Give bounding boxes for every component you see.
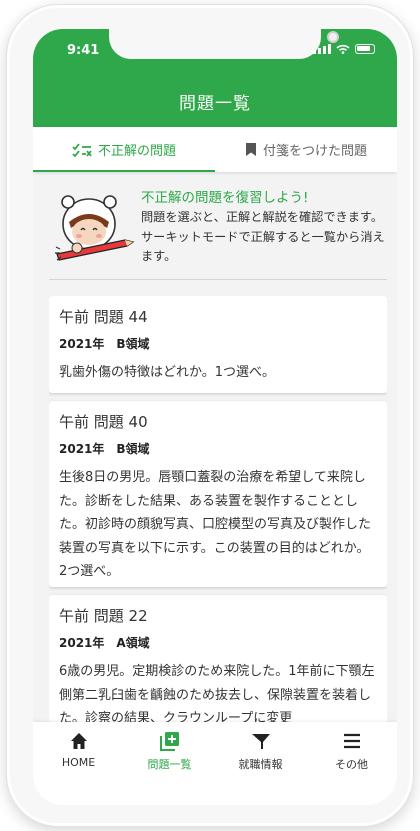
nav-home-label: HOME [61, 756, 96, 769]
bottom-nav: HOME 問題一覧 就職情報 その他 [33, 722, 397, 805]
question-title: 午前 問題 22 [59, 607, 148, 625]
nav-more-label: その他 [335, 758, 368, 771]
question-list[interactable]: 午前 問題 44 2021年 B領域 乳歯外傷の特徴はどれか。1つ選べ。 午前 … [49, 296, 387, 722]
intro-title: 不正解の問題を復習しよう! [141, 190, 309, 206]
nav-home[interactable]: HOME [33, 722, 124, 805]
checklist-icon [72, 142, 92, 157]
camera-icon [327, 31, 339, 43]
menu-icon [343, 733, 360, 749]
tab-bookmarked-label: 付箋をつけた問題 [262, 144, 367, 159]
tab-bookmarked[interactable]: 付箋をつけた問題 [215, 127, 397, 172]
nav-question-list-label: 問題一覧 [147, 758, 192, 771]
question-text: 生後8日の男児。唇顎口蓋裂の治療を希望して来院した。診断をした結果、ある装置を製… [59, 470, 372, 579]
question-meta: 2021年 B領域 [59, 442, 150, 456]
tab-incorrect[interactable]: 不正解の問題 [33, 127, 215, 172]
nav-more[interactable]: その他 [306, 722, 397, 805]
page-title: 問題一覧 [179, 94, 251, 114]
add-list-icon [159, 732, 179, 751]
intro-body: 問題を選ぶと、正解と解説を確認できます。サーキットモードで正解すると一覧から消え… [141, 210, 385, 263]
question-card[interactable]: 午前 問題 40 2021年 B領域 生後8日の男児。唇顎口蓋裂の治療を希望して… [49, 401, 387, 587]
home-icon [70, 733, 87, 749]
status-icons [313, 44, 375, 54]
phone-frame: 9:41 問題一覧 不正解の問題 付箋をつけた問題 不正解の問題を復習しよう! … [6, 4, 414, 827]
app-screen: 9:41 問題一覧 不正解の問題 付箋をつけた問題 不正解の問題を復習しよう! … [33, 29, 397, 805]
nav-jobs[interactable]: 就職情報 [215, 722, 306, 805]
nav-question-list[interactable]: 問題一覧 [124, 722, 215, 805]
question-card[interactable]: 午前 問題 22 2021年 A領域 6歳の男児。定期検診のため来院した。1年前… [49, 595, 387, 722]
signal-icon [313, 44, 331, 54]
question-title: 午前 問題 44 [59, 308, 148, 326]
intro-banner: 不正解の問題を復習しよう! 問題を選ぶと、正解と解説を確認できます。サーキットモ… [49, 184, 387, 280]
question-title: 午前 問題 40 [59, 413, 148, 431]
status-time: 9:41 [67, 43, 100, 58]
question-meta: 2021年 A領域 [59, 636, 150, 650]
phone-notch [109, 29, 339, 59]
wifi-icon [336, 44, 350, 54]
question-meta: 2021年 B領域 [59, 337, 150, 351]
mascot-illustration [55, 195, 135, 261]
bookmark-icon [245, 143, 256, 156]
tab-bar: 不正解の問題 付箋をつけた問題 [33, 127, 397, 172]
funnel-icon [251, 734, 270, 749]
battery-icon [355, 44, 375, 54]
question-text: 乳歯外傷の特徴はどれか。1つ選べ。 [59, 365, 276, 380]
question-card[interactable]: 午前 問題 44 2021年 B領域 乳歯外傷の特徴はどれか。1つ選べ。 [49, 296, 387, 393]
tab-incorrect-label: 不正解の問題 [97, 144, 176, 159]
question-text: 6歳の男児。定期検診のため来院した。1年前に下顎左側第二乳臼歯を齲蝕のため抜去し… [59, 664, 375, 722]
app-header: 9:41 問題一覧 [33, 29, 397, 127]
nav-jobs-label: 就職情報 [238, 758, 283, 771]
